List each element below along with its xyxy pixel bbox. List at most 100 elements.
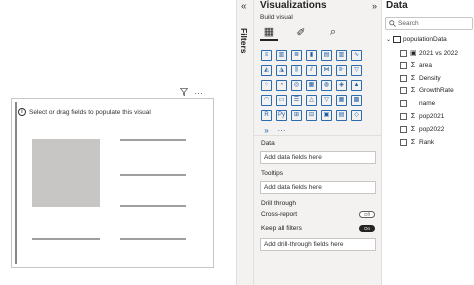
tooltips-well[interactable]: Add data fields here [260, 181, 376, 194]
visual-placeholder-message: i Select or drag fields to populate this… [18, 108, 151, 116]
field-type-icon: Σ [410, 138, 416, 146]
analytics-icon[interactable]: ⌕ [324, 23, 342, 41]
python-visual-icon[interactable]: Py [276, 110, 287, 121]
r-visual-icon[interactable]: R [261, 110, 272, 121]
field-checkbox[interactable] [400, 61, 407, 69]
card-icon[interactable]: ▭ [276, 95, 287, 106]
line-chart-icon[interactable]: ∿ [351, 50, 362, 61]
field-item[interactable]: ▣ 2021 vs 2022 [400, 49, 458, 57]
keep-filters-toggle[interactable]: On [359, 225, 375, 232]
stacked-bar-chart-icon[interactable]: ≡ [261, 50, 272, 61]
field-label: Rank [419, 138, 435, 146]
waterfall-chart-icon[interactable]: ⊪ [336, 65, 347, 76]
field-type-icon: Σ [410, 113, 416, 120]
expand-filters-icon[interactable]: « [241, 1, 247, 12]
field-item[interactable]: Σpop2022 [400, 125, 444, 133]
kpi-icon[interactable]: △ [306, 95, 317, 106]
azure-map-icon[interactable]: ▲ [351, 80, 362, 91]
field-checkbox[interactable] [400, 138, 407, 146]
table-icon[interactable]: ▦ [336, 95, 347, 106]
decomposition-tree-icon[interactable]: ⊟ [306, 110, 317, 121]
field-checkbox[interactable] [400, 87, 407, 95]
build-visual-icon[interactable]: ▦ [260, 23, 278, 41]
more-options-icon[interactable]: ··· [194, 88, 203, 98]
ribbon-chart-icon[interactable]: ⋈ [321, 65, 332, 76]
field-checkbox[interactable] [400, 49, 407, 57]
scatter-chart-icon[interactable]: ⁘ [261, 80, 272, 91]
placeholder-line [120, 205, 186, 207]
stacked-column-chart-icon[interactable]: ▥ [276, 50, 287, 61]
placeholder-line [120, 238, 186, 240]
pie-chart-icon[interactable]: ◔ [276, 80, 287, 91]
report-canvas[interactable]: ··· i Select or drag fields to populate … [0, 0, 236, 285]
filters-label[interactable]: Filters [239, 28, 249, 54]
multi-row-card-icon[interactable]: ☰ [291, 95, 302, 106]
field-label: Density [419, 74, 441, 82]
field-checkbox[interactable] [400, 113, 407, 120]
field-label: GrowthRate [419, 87, 454, 95]
search-input[interactable]: Search [385, 17, 473, 30]
field-item[interactable]: Σarea [400, 61, 432, 69]
field-item[interactable]: name [400, 100, 436, 108]
100-stacked-bar-chart-icon[interactable]: ▤ [321, 50, 332, 61]
format-visual-icon[interactable]: ✐ [292, 23, 310, 41]
field-item[interactable]: Σ Rank [400, 138, 435, 146]
data-well[interactable]: Add data fields here [260, 151, 376, 164]
tooltips-well-label: Tooltips [261, 170, 284, 177]
paginated-report-icon[interactable]: ◇ [351, 110, 362, 121]
build-visual-label: Build visual [260, 14, 293, 21]
cross-report-row: Cross-report Off [261, 211, 375, 218]
field-item[interactable]: Σpop2021 [400, 113, 444, 120]
visual-type-gallery: ≡ ▥ ≣ ▮ ▤ ▥ ∿ ◭ ◮ ⫼ ⫽ ⋈ ⊪ ▽ ⁘ ◔ ◎ ▦ ◍ ◈ ▲ ◠ ▭ ☰ △ ▽ ▦ ▩ R Py ⊞ ⊟ ▣ ▤ ◇» ··· [261, 50, 364, 138]
visual-header: ··· [179, 88, 203, 98]
visualizations-tabs: ▦ ✐ ⌕ [260, 23, 342, 41]
field-item[interactable]: Σ GrowthRate [400, 87, 454, 95]
field-item[interactable]: Σ Density [400, 74, 441, 82]
search-icon [389, 20, 396, 27]
stacked-area-chart-icon[interactable]: ◮ [276, 65, 287, 76]
funnel-chart-icon[interactable]: ▽ [351, 65, 362, 76]
collapse-visualizations-icon[interactable]: » [372, 1, 377, 11]
table-name: populationData [403, 36, 447, 43]
visualizations-pane: Visualizations » Build visual ▦ ✐ ⌕ ≡ ▥ ≣ ▮ ▤ ▥… [254, 0, 382, 285]
placeholder-text: Select or drag fields to populate this v… [29, 108, 151, 116]
field-type-icon: Σ [410, 61, 416, 69]
clustered-column-chart-icon[interactable]: ▮ [306, 50, 317, 61]
field-checkbox[interactable] [400, 74, 407, 82]
filters-pane[interactable]: « Filters [236, 0, 254, 285]
field-checkbox[interactable] [400, 125, 407, 133]
drill-through-well[interactable]: Add drill-through fields here [260, 238, 376, 251]
map-icon[interactable]: ◍ [321, 80, 332, 91]
smart-narrative-icon[interactable]: ▤ [336, 110, 347, 121]
filled-map-icon[interactable]: ◈ [336, 80, 347, 91]
placeholder-line [120, 174, 186, 176]
area-chart-icon[interactable]: ◭ [261, 65, 272, 76]
cross-report-toggle[interactable]: Off [359, 211, 375, 218]
field-checkbox[interactable] [400, 100, 407, 108]
keep-filters-label: Keep all filters [261, 225, 302, 232]
table-node[interactable]: ⌄ populationData [386, 36, 447, 43]
key-influencers-icon[interactable]: ⊞ [291, 110, 302, 121]
line-clustered-column-chart-icon[interactable]: ⫼ [291, 65, 302, 76]
keep-filters-row: Keep all filters On [261, 225, 375, 232]
field-type-icon: Σ [410, 87, 416, 95]
matrix-icon[interactable]: ▩ [351, 95, 362, 106]
gauge-icon[interactable]: ◠ [261, 95, 272, 106]
slicer-icon[interactable]: ▽ [321, 95, 332, 106]
field-label: pop2021 [419, 113, 445, 120]
field-label: name [419, 100, 436, 108]
placeholder-line [120, 139, 186, 141]
clustered-bar-chart-icon[interactable]: ≣ [291, 50, 302, 61]
line-stacked-column-chart-icon[interactable]: ⫽ [306, 65, 317, 76]
table-icon [393, 36, 402, 43]
treemap-icon[interactable]: ▦ [306, 80, 317, 91]
filter-icon[interactable] [179, 88, 189, 98]
divider [254, 135, 381, 136]
qa-icon[interactable]: ▣ [321, 110, 332, 121]
chevron-down-icon[interactable]: ⌄ [386, 36, 391, 43]
100-stacked-column-chart-icon[interactable]: ▥ [336, 50, 347, 61]
empty-visual[interactable]: i Select or drag fields to populate this… [11, 98, 214, 268]
drill-through-label: Drill through [261, 200, 297, 207]
donut-chart-icon[interactable]: ◎ [291, 80, 302, 91]
field-type-icon: ▣ [410, 50, 417, 57]
